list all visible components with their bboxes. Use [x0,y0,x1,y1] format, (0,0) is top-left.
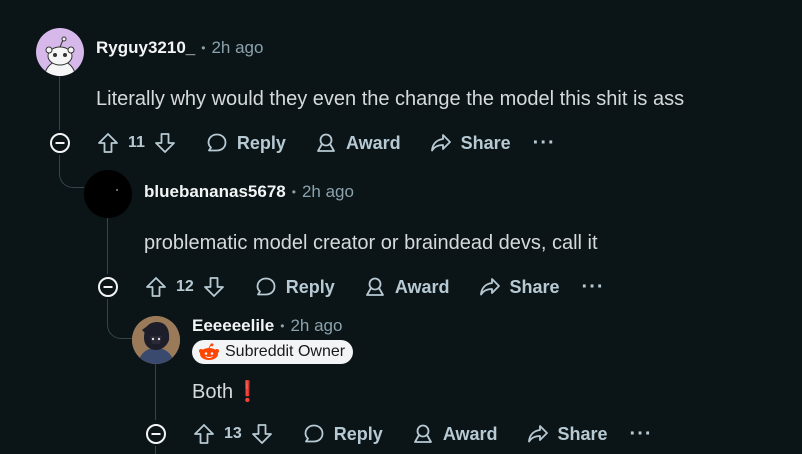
downvote-icon[interactable] [202,275,226,299]
reply-button[interactable]: Reply [205,131,286,155]
downvote-icon[interactable] [250,422,274,446]
more-options-button[interactable]: ··· [533,132,556,155]
comment-body: Both ❗ [192,379,260,404]
avatar-character-image [132,316,180,364]
vote-count: 12 [176,278,194,295]
comment-body: Literally why would they even the change… [96,88,685,110]
share-button[interactable]: Share [429,131,511,155]
thread-line-1 [59,76,60,130]
separator-dot: • [280,319,285,333]
collapse-icon [146,424,166,444]
reply-button[interactable]: Reply [254,275,335,299]
collapse-icon [50,133,70,153]
share-icon [527,425,548,443]
share-icon [479,278,500,296]
upvote-icon[interactable] [144,275,168,299]
avatar-image [116,189,118,191]
award-icon [317,133,335,152]
collapse-icon [98,277,118,297]
vote-group: 13 [192,422,274,446]
vote-count: 11 [128,134,145,151]
more-options-button[interactable]: ··· [630,423,653,446]
vote-count: 13 [224,425,242,442]
reply-bubble-icon [207,133,227,152]
reply-bubble-icon [256,277,276,296]
share-label: Share [460,132,511,153]
comment-header: Eeeeeelile • 2h ago [192,316,342,336]
award-label: Award [394,276,450,297]
award-button[interactable]: Award [314,131,401,155]
comment-actions: 12 Reply Award Share ··· [144,267,605,307]
award-icon [413,424,432,443]
collapse-button[interactable] [96,275,120,299]
username[interactable]: Ryguy3210_ [96,38,195,58]
avatar-snoo [44,36,76,76]
reply-label: Reply [333,423,383,444]
collapse-button[interactable] [144,422,168,446]
vote-group: 11 [96,131,177,155]
username[interactable]: bluebananas5678 [144,182,286,202]
exclamation-emoji: ❗ [235,381,261,403]
vote-group: 12 [144,275,226,299]
username[interactable]: Eeeeeelile [192,316,274,336]
share-label: Share [557,423,608,444]
flair-label: Subreddit Owner [225,343,346,360]
comment-body-text: Both [192,381,234,403]
comment-header: Ryguy3210_ • 2h ago [96,38,263,58]
user-flair-badge: Subreddit Owner [192,340,354,364]
more-options-button[interactable]: ··· [582,276,605,299]
collapse-button[interactable] [48,131,72,155]
share-icon [430,134,451,152]
separator-dot: • [291,185,296,199]
reply-button[interactable]: Reply [302,422,383,446]
upvote-icon[interactable] [96,131,120,155]
comment-actions: 11 Reply Award Share ··· [96,123,556,163]
comment-body: problematic model creator or braindead d… [144,232,598,254]
award-label: Award [345,132,401,153]
award-label: Award [442,423,498,444]
share-button[interactable]: Share [478,275,560,299]
share-label: Share [509,276,560,297]
thread-line-3 [155,364,156,420]
avatar[interactable] [84,170,132,218]
award-icon [365,277,384,296]
timestamp[interactable]: 2h ago [290,316,342,336]
reply-label: Reply [236,132,286,153]
reply-bubble-icon [304,424,324,443]
thread-line-2 [107,218,108,274]
comment-header: bluebananas5678 • 2h ago [144,182,354,202]
reply-label: Reply [285,276,335,297]
thread-elbow-1 [59,155,84,188]
separator-dot: • [201,41,206,55]
timestamp[interactable]: 2h ago [302,182,354,202]
snoo-icon [199,343,219,360]
avatar[interactable] [36,28,84,76]
award-button[interactable]: Award [363,275,450,299]
award-button[interactable]: Award [411,422,498,446]
thread-elbow-2 [107,298,132,339]
avatar[interactable] [132,316,180,364]
downvote-icon[interactable] [153,131,177,155]
share-button[interactable]: Share [526,422,608,446]
upvote-icon[interactable] [192,422,216,446]
timestamp[interactable]: 2h ago [211,38,263,58]
comment-actions: 13 Reply Award Share ··· [192,414,653,454]
